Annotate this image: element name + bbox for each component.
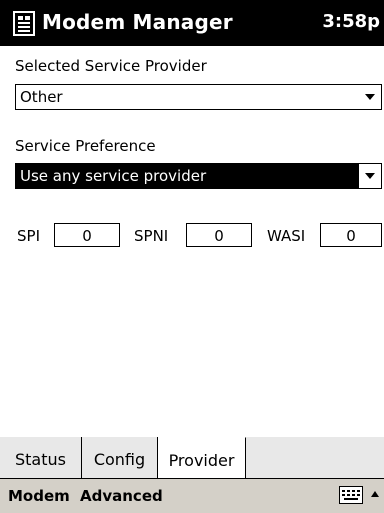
- modem-manager-icon[interactable]: [11, 11, 37, 37]
- wasi-label: WASI: [267, 227, 306, 245]
- spni-field[interactable]: 0: [186, 223, 252, 247]
- app-title: Modem Manager: [42, 10, 233, 34]
- menu-modem[interactable]: Modem: [8, 487, 70, 505]
- tab-status-label: Status: [15, 450, 66, 469]
- preference-value: Use any service provider: [20, 167, 207, 185]
- keyboard-icon[interactable]: [339, 486, 363, 504]
- preference-dropdown[interactable]: Use any service provider: [15, 163, 382, 189]
- spni-value: 0: [214, 227, 224, 245]
- spni-label: SPNI: [134, 227, 169, 245]
- provider-dropdown-arrow[interactable]: [359, 85, 381, 109]
- spi-label: SPI: [17, 227, 40, 245]
- chevron-down-icon: [365, 94, 375, 100]
- provider-dropdown[interactable]: Other: [15, 84, 382, 110]
- tab-provider-label: Provider: [168, 451, 235, 470]
- tab-config[interactable]: Config: [82, 437, 158, 479]
- spi-field[interactable]: 0: [54, 223, 120, 247]
- preference-dropdown-arrow[interactable]: [359, 164, 381, 188]
- tab-status[interactable]: Status: [0, 437, 82, 479]
- up-arrow-icon[interactable]: [369, 485, 381, 505]
- tab-config-label: Config: [93, 450, 146, 469]
- wasi-value: 0: [346, 227, 356, 245]
- menu-bar: Modem Advanced: [0, 478, 384, 513]
- menu-advanced[interactable]: Advanced: [80, 487, 163, 505]
- tab-strip-fill: [246, 437, 384, 479]
- provider-value: Other: [20, 88, 63, 106]
- modem-manager-screen: Modem Manager 3:58p Selected Service Pro…: [0, 0, 384, 513]
- chevron-down-icon: [365, 173, 375, 179]
- clock[interactable]: 3:58p: [322, 11, 380, 32]
- spi-value: 0: [82, 227, 92, 245]
- tab-provider[interactable]: Provider: [158, 437, 246, 479]
- title-bar: Modem Manager 3:58p: [0, 0, 384, 46]
- preference-label: Service Preference: [15, 137, 156, 155]
- provider-label: Selected Service Provider: [15, 57, 207, 75]
- wasi-field[interactable]: 0: [320, 223, 382, 247]
